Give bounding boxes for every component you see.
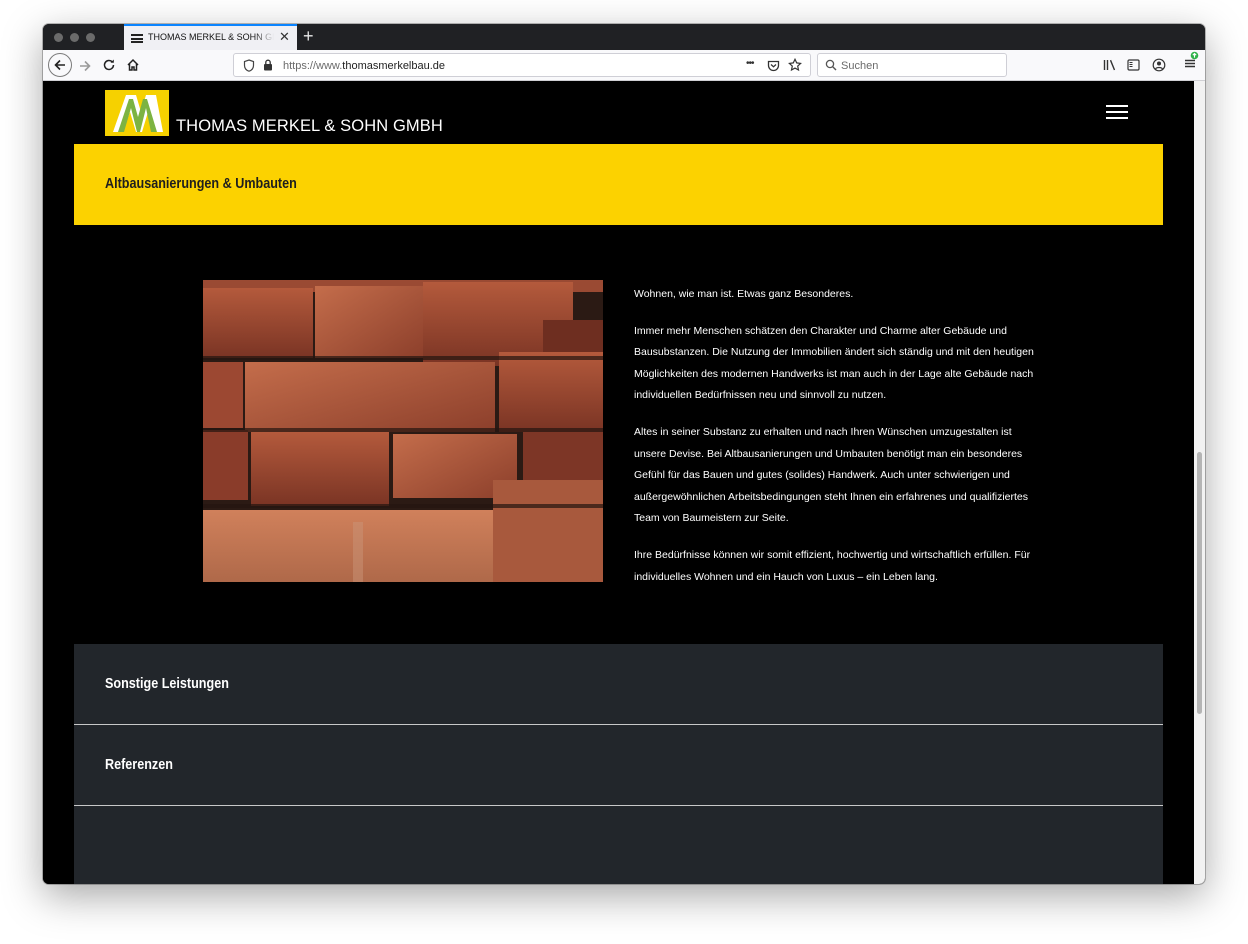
url-text[interactable]: https://www.thomasmerkelbau.de <box>283 60 445 72</box>
zoom-window-button[interactable] <box>86 33 95 42</box>
paragraph-substanz: Altes in seiner Substanz zu erhalten und… <box>634 425 1029 525</box>
menu-icon[interactable] <box>1183 51 1199 71</box>
tab-close-icon[interactable]: ✕ <box>279 30 290 44</box>
section-label: Referenzen <box>105 756 173 773</box>
hamburger-menu-button[interactable] <box>1106 105 1128 119</box>
back-arrow-icon <box>54 59 65 71</box>
page-scrollbar[interactable] <box>1194 81 1205 884</box>
active-tab[interactable]: THOMAS MERKEL & SOHN GMBH ✕ <box>124 24 297 50</box>
brick-stack-image <box>203 280 603 582</box>
browser-window: THOMAS MERKEL & SOHN GMBH ✕ + <box>43 24 1205 884</box>
home-icon[interactable] <box>126 58 140 72</box>
search-bar[interactable]: Suchen <box>817 53 1007 77</box>
page-actions-icon[interactable]: ••• <box>746 58 754 69</box>
forward-arrow-icon[interactable] <box>78 59 92 73</box>
reload-icon[interactable] <box>102 58 116 72</box>
accordion-area-empty <box>74 806 1163 884</box>
lock-icon[interactable] <box>263 59 273 71</box>
accordion-header-referenzen[interactable]: Referenzen <box>74 725 1163 805</box>
new-tab-button[interactable]: + <box>303 26 314 46</box>
search-placeholder: Suchen <box>841 60 879 72</box>
minimize-window-button[interactable] <box>70 33 79 42</box>
shield-icon[interactable] <box>243 59 255 72</box>
paragraph-bedürfnisse: Ihre Bedürfnisse können wir somit effizi… <box>634 548 1031 583</box>
tab-strip: THOMAS MERKEL & SOHN GMBH ✕ + <box>43 24 1205 50</box>
accordion-header-sonstige-leistungen[interactable]: Sonstige Leistungen <box>74 644 1163 724</box>
paragraph-charakter: Immer mehr Menschen schätzen den Charakt… <box>634 324 1034 402</box>
library-icon[interactable] <box>1103 59 1117 71</box>
sidebar-icon[interactable] <box>1127 59 1140 71</box>
address-bar[interactable]: https://www.thomasmerkelbau.de ••• <box>233 53 811 77</box>
search-icon <box>825 59 837 71</box>
section-label: Sonstige Leistungen <box>105 675 229 692</box>
scrollbar-thumb[interactable] <box>1197 452 1202 714</box>
tab-title: THOMAS MERKEL & SOHN GMBH <box>148 32 274 42</box>
web-page: THOMAS MERKEL & SOHN GMBH Altbausanierun… <box>43 81 1205 884</box>
close-window-button[interactable] <box>54 33 63 42</box>
accordion-header-altbausanierungen[interactable]: Altbausanierungen & Umbauten <box>74 144 1163 225</box>
account-icon[interactable] <box>1152 58 1166 72</box>
bookmark-star-icon[interactable] <box>788 58 802 72</box>
pocket-icon[interactable] <box>767 59 780 72</box>
section-title: Altbausanierungen & Umbauten <box>105 175 297 192</box>
section-body-text: Wohnen, wie man ist. Etwas ganz Besonder… <box>634 284 1044 603</box>
back-button[interactable] <box>48 53 72 77</box>
page-favicon-icon <box>131 34 143 43</box>
paragraph-intro: Wohnen, wie man ist. Etwas ganz Besonder… <box>634 288 854 300</box>
navigation-toolbar: https://www.thomasmerkelbau.de ••• Suche… <box>43 50 1205 81</box>
company-name[interactable]: THOMAS MERKEL & SOHN GMBH <box>176 117 443 136</box>
company-logo[interactable] <box>105 90 169 136</box>
